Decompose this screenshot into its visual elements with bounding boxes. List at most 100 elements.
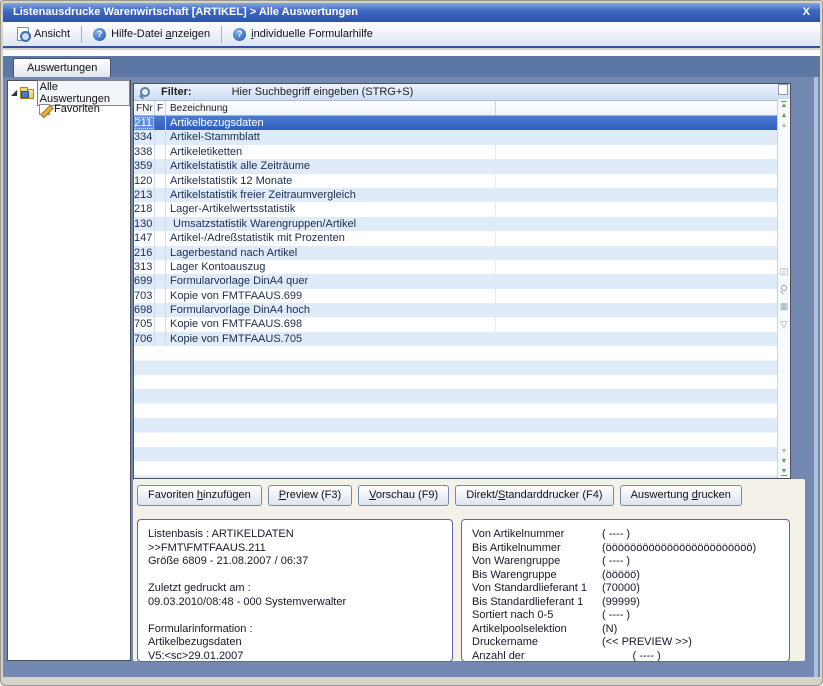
filter-funnel-icon[interactable]: ▽ xyxy=(781,320,788,329)
cell-empty xyxy=(496,145,777,159)
copy-icon[interactable] xyxy=(780,86,788,95)
cell-bezeichnung: Kopie von FMTFAAUS.698 xyxy=(166,317,496,331)
scroll-up-icon[interactable]: ▲ xyxy=(781,112,788,119)
selection-row: Bis Standardlieferant 1 (99999) xyxy=(472,596,779,610)
cell-bezeichnung: Lager Kontoauszug xyxy=(166,260,496,274)
scroll-to-bottom-icon[interactable]: ▼ xyxy=(781,468,788,476)
cell-f xyxy=(155,188,166,202)
table-row[interactable]: 359 Artikelstatistik alle Zeiträume xyxy=(134,159,777,173)
scroll-line-up-icon[interactable]: ▲ xyxy=(781,122,788,129)
table-row[interactable]: 705 Kopie von FMTFAAUS.698 xyxy=(134,317,777,331)
action-button[interactable]: Preview (F3) xyxy=(268,485,352,506)
info-panels: Listenbasis : ARTIKELDATEN >>FMT\FMTFAAU… xyxy=(137,519,805,662)
selection-label: Sortiert nach 0-5 xyxy=(472,609,602,623)
info-line xyxy=(148,569,442,583)
table-header: FNr F Bezeichnung xyxy=(134,101,777,116)
cell-empty xyxy=(496,317,777,331)
table-row[interactable]: 130 Umsatzstatistik Warengruppen/Artikel xyxy=(134,217,777,231)
cell-empty xyxy=(496,332,777,346)
table-row[interactable]: 211 Artikelbezugsdaten xyxy=(134,116,777,130)
cell-f xyxy=(155,317,166,331)
column-header-empty xyxy=(496,101,777,115)
filter-bar[interactable]: Filter: Hier Suchbegriff eingeben (STRG+… xyxy=(134,84,790,101)
selection-row: Anzahl der Druckwiederholungen ( ---- ) xyxy=(472,650,779,663)
table-row[interactable]: 218 Lager-Artikelwertsstatistik xyxy=(134,202,777,216)
table-row[interactable]: 213 Artikelstatistik freier Zeitraumverg… xyxy=(134,188,777,202)
table-row[interactable]: 216 Lagerbestand nach Artikel xyxy=(134,246,777,260)
table-row[interactable]: 338 Artikeletiketten xyxy=(134,145,777,159)
empty-rows xyxy=(134,346,777,478)
filter-input[interactable]: Hier Suchbegriff eingeben (STRG+S) xyxy=(232,86,414,98)
cell-f xyxy=(155,231,166,245)
cell-empty xyxy=(496,274,777,288)
statistics-icon[interactable]: ▦ xyxy=(780,302,789,311)
formularhilfe-button[interactable]: individuelle Formularhilfe xyxy=(225,26,381,43)
selection-row: Sortiert nach 0-5 ( ---- ) xyxy=(472,609,779,623)
selection-label: Von Standardlieferant 1 xyxy=(472,582,602,596)
info-line: >>FMT\FMTFAAUS.211 xyxy=(148,542,442,556)
app-window: Listenausdrucke Warenwirtschaft [ARTIKEL… xyxy=(0,0,823,686)
selection-row: Von Artikelnummer ( ---- ) xyxy=(472,528,779,542)
selection-value: (70000) xyxy=(602,582,779,596)
column-header-bezeichnung[interactable]: Bezeichnung xyxy=(166,101,496,115)
cell-fnr: 130 xyxy=(134,217,155,231)
selection-value: (öööööööööööööööööööööööö) xyxy=(602,542,779,556)
tree-expanded-icon[interactable]: ◢ xyxy=(11,89,17,97)
close-icon[interactable]: X xyxy=(803,3,810,22)
cell-fnr: 213 xyxy=(134,188,155,202)
scroll-line-down-icon[interactable]: ▼ xyxy=(781,448,788,455)
table-row[interactable]: 147 Artikel-/Adreßstatistik mit Prozente… xyxy=(134,231,777,245)
tab-auswertungen[interactable]: Auswertungen xyxy=(13,58,111,77)
action-button[interactable]: Direkt/Standarddrucker (F4) xyxy=(455,485,613,506)
frame-highlight xyxy=(814,77,818,677)
table-row[interactable]: 120 Artikelstatistik 12 Monate xyxy=(134,174,777,188)
table-row[interactable]: 334 Artikel-Stammblatt xyxy=(134,130,777,144)
selection-label: Anzahl der Druckwiederholungen xyxy=(472,650,602,663)
selection-value: ( ---- ) xyxy=(602,555,779,569)
ansicht-button[interactable]: Ansicht xyxy=(9,25,78,43)
cell-bezeichnung: Artikelstatistik 12 Monate xyxy=(166,174,496,188)
cell-f xyxy=(155,174,166,188)
selection-value: ( ---- ) xyxy=(602,528,779,542)
hilfe-datei-button[interactable]: Hilfe-Datei anzeigen xyxy=(85,26,218,43)
selection-value: ( ---- ) xyxy=(602,650,779,663)
cell-fnr: 699 xyxy=(134,274,155,288)
cell-f xyxy=(155,303,166,317)
selection-row: Bis Warengruppe (ööööö) xyxy=(472,569,779,583)
lower-panel: Favoriten hinzufügen Preview (F3) Vorsch… xyxy=(133,479,805,661)
vertical-scrollbar[interactable]: ▲ ▲ ▲ ◫ ▦ ▽ ▼ ▼ ▼ xyxy=(777,99,790,478)
columns-icon[interactable]: ◫ xyxy=(780,267,789,276)
table-row[interactable]: 703 Kopie von FMTFAAUS.699 xyxy=(134,289,777,303)
cell-f xyxy=(155,260,166,274)
table-search-icon[interactable] xyxy=(780,285,788,293)
table-row[interactable]: 313 Lager Kontoauszug xyxy=(134,260,777,274)
action-button[interactable]: Favoriten hinzufügen xyxy=(137,485,262,506)
table-row[interactable]: 706 Kopie von FMTFAAUS.705 xyxy=(134,332,777,346)
cell-f xyxy=(155,217,166,231)
cell-fnr: 698 xyxy=(134,303,155,317)
cell-f xyxy=(155,202,166,216)
cell-empty xyxy=(496,130,777,144)
action-button[interactable]: Vorschau (F9) xyxy=(358,485,449,506)
toolbar-separator xyxy=(221,26,222,43)
cell-f xyxy=(155,289,166,303)
selection-label: Bis Standardlieferant 1 xyxy=(472,596,602,610)
cell-fnr: 313 xyxy=(134,260,155,274)
action-button-row: Favoriten hinzufügen Preview (F3) Vorsch… xyxy=(133,479,805,506)
table-row[interactable]: 699 Formularvorlage DinA4 quer xyxy=(134,274,777,288)
tree-item-alle-auswertungen[interactable]: ◢ Alle Auswertungen xyxy=(8,85,130,101)
toolbar: Ansicht Hilfe-Datei anzeigen individuell… xyxy=(3,22,820,48)
scroll-to-top-icon[interactable]: ▲ xyxy=(781,101,788,109)
scroll-down-icon[interactable]: ▼ xyxy=(781,458,788,465)
selection-label: Von Artikelnummer xyxy=(472,528,602,542)
selection-value: (N) xyxy=(602,623,779,637)
column-header-fnr[interactable]: FNr xyxy=(134,101,155,115)
action-button[interactable]: Auswertung drucken xyxy=(620,485,742,506)
selection-row: Artikelpoolselektion (N) xyxy=(472,623,779,637)
selection-row: Bis Artikelnummer (ööööööööööööööööööööö… xyxy=(472,542,779,556)
selection-label: Bis Artikelnummer xyxy=(472,542,602,556)
table-row[interactable]: 698 Formularvorlage DinA4 hoch xyxy=(134,303,777,317)
column-header-f[interactable]: F xyxy=(155,101,166,115)
cell-empty xyxy=(496,159,777,173)
cell-bezeichnung: Lagerbestand nach Artikel xyxy=(166,246,496,260)
